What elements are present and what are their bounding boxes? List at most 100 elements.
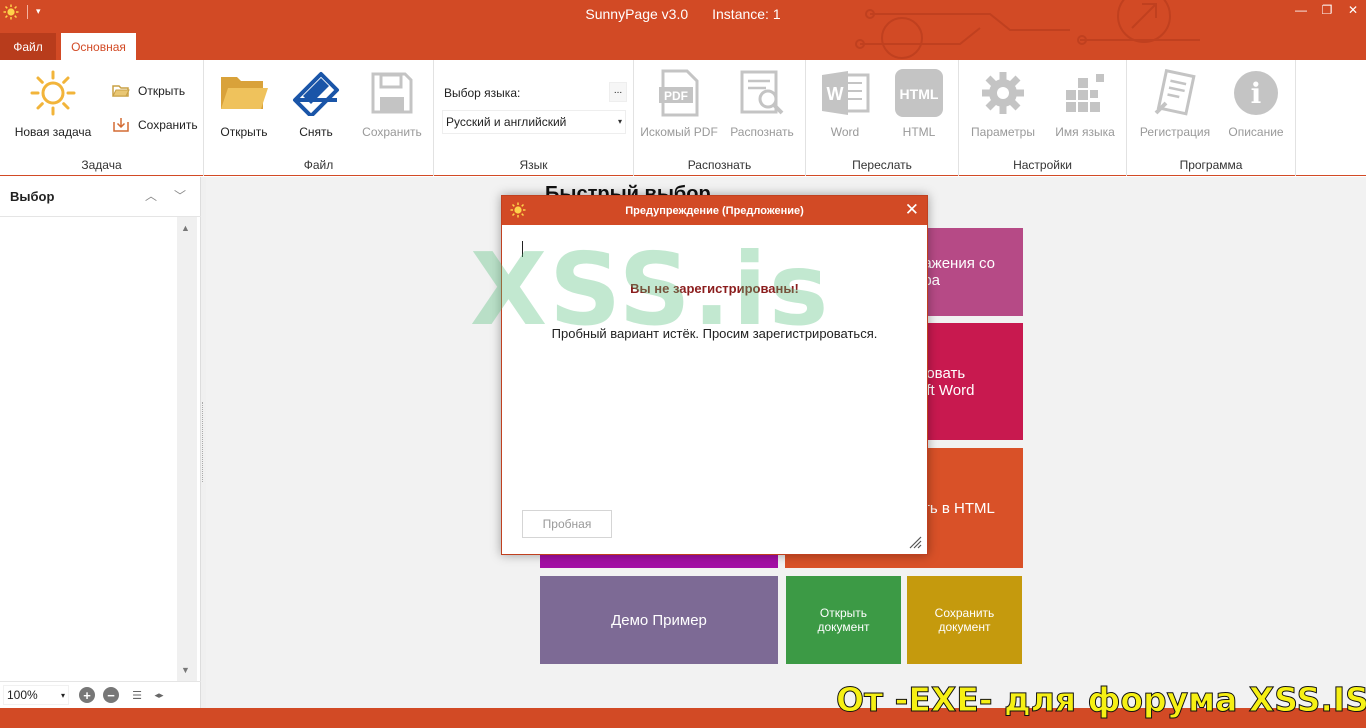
task-save-button[interactable]: Сохранить	[112, 117, 198, 133]
info-icon: i	[1231, 68, 1281, 118]
tab-file[interactable]: Файл	[0, 33, 56, 60]
tile-html-label: ть в HTML	[923, 499, 995, 517]
tile-save-line2: документ	[938, 620, 991, 634]
about-label: Описание	[1228, 125, 1284, 139]
language-name-button[interactable]: Имя языка	[1047, 68, 1123, 142]
list-view-icon[interactable]: ☰	[130, 688, 144, 702]
register-label: Регистрация	[1139, 125, 1211, 139]
close-window-button[interactable]: ✕	[1340, 0, 1366, 20]
group-recognize-label: Распознать	[687, 158, 752, 172]
searchable-pdf-button[interactable]: PDF Искомый PDF	[640, 68, 718, 142]
group-program-label: Программа	[1179, 158, 1243, 172]
group-settings-label: Настройки	[1013, 158, 1072, 172]
send-html-button[interactable]: HTML HTML	[881, 68, 957, 142]
file-open-label: Открыть	[220, 125, 268, 139]
info-icon-text: i	[1251, 77, 1262, 110]
minimize-button[interactable]: —	[1288, 0, 1314, 20]
sunnypage-window: ▾ SunnyPage v3.0 Instance: 1 — ❐ ✕ Файл О…	[0, 0, 1366, 728]
about-button[interactable]: i Описание	[1218, 68, 1294, 142]
scan-button[interactable]: Снять	[278, 68, 354, 142]
html-icon: HTML	[894, 68, 944, 118]
tile-demo-label: Демо Пример	[611, 611, 707, 629]
ribbon-tabs: Файл Основная	[0, 33, 136, 60]
scroll-up-icon[interactable]: ▲	[181, 223, 190, 233]
tab-main[interactable]: Основная	[61, 33, 136, 60]
resize-grip-icon[interactable]	[908, 535, 922, 549]
zoom-select[interactable]: 100% ▾	[3, 685, 69, 705]
group-task-label: Задача	[81, 158, 122, 172]
task-open-label: Открыть	[138, 84, 186, 98]
document-magnifier-icon	[737, 68, 787, 118]
status-bar	[0, 708, 1366, 728]
tile-save-line1: Сохранить	[934, 606, 995, 620]
zoom-in-icon[interactable]: +	[79, 687, 95, 703]
chevron-down-icon[interactable]: ﹀	[174, 187, 186, 204]
selection-panel-header: Выбор ︿ ﹀	[0, 177, 201, 217]
group-language-label: Язык	[519, 158, 548, 172]
warning-dialog: Предупреждение (Предложение) ✕ Вы не зар…	[501, 195, 928, 555]
task-save-label: Сохранить	[138, 118, 198, 132]
parameters-button[interactable]: Параметры	[965, 68, 1041, 142]
title-bar: ▾ SunnyPage v3.0 Instance: 1 — ❐ ✕ Файл О…	[0, 0, 1366, 60]
chevron-up-icon[interactable]: ︿	[145, 187, 157, 204]
send-word-label: Word	[830, 125, 860, 139]
group-language: Выбор языка: ... Русский и английский ▾ …	[434, 60, 634, 176]
register-button[interactable]: Регистрация	[1137, 68, 1213, 142]
window-controls: — ❐ ✕	[1288, 0, 1366, 20]
dialog-header: Предупреждение (Предложение) ✕	[502, 196, 927, 225]
recognize-button[interactable]: Распознать	[724, 68, 800, 142]
tile-save-document[interactable]: Сохранить документ	[907, 576, 1022, 664]
instance-label: Instance: 1	[712, 6, 781, 22]
tile-open-document[interactable]: Открыть документ	[786, 576, 901, 664]
selection-panel: Выбор ︿ ﹀ ▲ ▼ 100% ▾ + − ☰ ◂▸	[0, 177, 201, 708]
dialog-title: Предупреждение (Предложение)	[625, 205, 804, 217]
html-icon-text: HTML	[900, 86, 939, 102]
floppy-disk-icon	[367, 68, 417, 118]
dropdown-arrow-icon: ▾	[617, 117, 622, 126]
send-html-label: HTML	[902, 125, 936, 139]
tile-purple[interactable]	[540, 553, 778, 568]
group-program: Регистрация i Описание Программа	[1127, 60, 1296, 176]
file-open-button[interactable]: Открыть	[206, 68, 282, 142]
view-toggle-icon[interactable]: ◂▸	[152, 688, 166, 702]
send-word-button[interactable]: W Word	[807, 68, 883, 142]
pdf-icon-text: PDF	[664, 89, 688, 103]
trial-button[interactable]: Пробная	[522, 510, 612, 538]
sun-icon	[28, 68, 78, 118]
task-open-button[interactable]: Открыть	[112, 84, 185, 98]
language-more-button[interactable]: ...	[609, 82, 627, 102]
group-recognize: PDF Искомый PDF Распознать Распознать	[634, 60, 806, 176]
tile-demo-example[interactable]: Демо Пример	[540, 576, 778, 664]
group-file: Открыть Снять Сохранить Файл	[204, 60, 434, 176]
language-name-label: Имя языка	[1055, 125, 1115, 139]
sidebar-scrollbar[interactable]: ▲ ▼	[177, 217, 197, 681]
group-task: Новая задача Открыть Сохранить Задача	[0, 60, 204, 176]
scroll-down-icon[interactable]: ▼	[181, 665, 190, 675]
language-select-label: Выбор языка:	[444, 86, 521, 100]
splitter-grip	[202, 402, 204, 482]
searchable-pdf-label: Искомый PDF	[640, 125, 718, 139]
new-task-button[interactable]: Новая задача	[15, 68, 91, 142]
file-save-button[interactable]: Сохранить	[354, 68, 430, 142]
new-task-label: Новая задача	[14, 125, 92, 139]
scanner-icon	[291, 68, 341, 118]
zoom-value: 100%	[7, 688, 38, 702]
pdf-icon: PDF	[654, 68, 704, 118]
scan-label: Снять	[299, 125, 333, 139]
zoom-out-icon[interactable]: −	[103, 687, 119, 703]
tile-open-line1: Открыть	[819, 606, 868, 620]
word-icon-text: W	[827, 84, 844, 104]
folder-open-icon	[112, 85, 130, 97]
registration-document-icon	[1150, 68, 1200, 118]
zoom-toolbar: 100% ▾ + − ☰ ◂▸	[0, 681, 201, 708]
text-caret	[522, 241, 523, 257]
restore-button[interactable]: ❐	[1314, 0, 1340, 20]
tile-open-line2: документ	[817, 620, 870, 634]
recognize-label: Распознать	[730, 125, 794, 139]
language-selected-value: Русский и английский	[446, 115, 567, 129]
word-icon: W	[820, 68, 870, 118]
language-select[interactable]: Русский и английский ▾	[442, 110, 626, 134]
dialog-close-icon[interactable]: ✕	[905, 200, 919, 220]
app-name: SunnyPage v3.0	[585, 6, 689, 22]
file-save-label: Сохранить	[362, 125, 422, 139]
